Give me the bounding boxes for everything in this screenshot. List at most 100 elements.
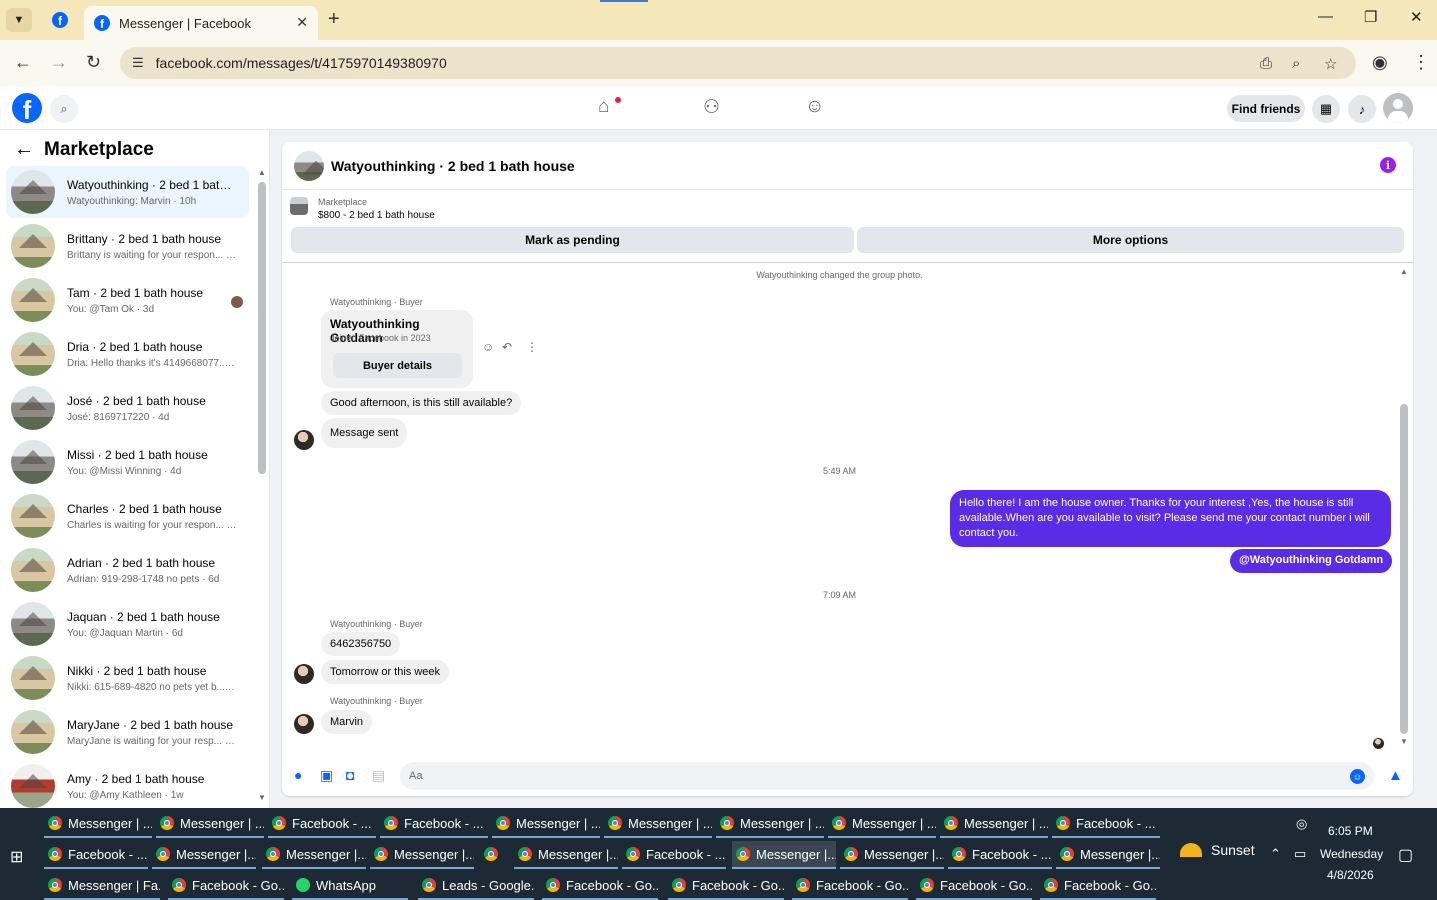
taskbar-window-button[interactable]: Messenger |... xyxy=(262,841,366,869)
maximize-window-icon[interactable]: ❐ xyxy=(1364,8,1377,26)
close-tab-icon[interactable]: ✕ xyxy=(296,14,308,31)
active-browser-tab[interactable]: f Messenger | Facebook ✕ xyxy=(84,6,318,40)
conversation-item[interactable]: Jaquan · 2 bed 1 bath house You: @Jaquan … xyxy=(6,598,249,650)
back-arrow-icon[interactable]: ← xyxy=(14,138,34,161)
chat-scrollbar[interactable] xyxy=(1400,404,1408,734)
chat-avatar[interactable] xyxy=(294,150,324,181)
minimize-window-icon[interactable]: — xyxy=(1318,8,1333,25)
taskbar-window-button[interactable]: Facebook - ... xyxy=(948,841,1052,869)
taskbar-window-button[interactable]: Facebook - Go... xyxy=(1040,872,1156,900)
taskbar-window-button[interactable]: Facebook - ... xyxy=(44,841,148,869)
conversation-item[interactable]: José · 2 bed 1 bath house José: 816971722… xyxy=(6,382,249,434)
taskbar-window-button[interactable]: Facebook - ... xyxy=(1052,810,1160,838)
conversation-item[interactable]: Dria · 2 bed 1 bath house Dria: Hello tha… xyxy=(6,328,249,380)
sticker-icon[interactable]: ◘ xyxy=(346,767,354,783)
taskbar-window-button[interactable]: Messenger |... xyxy=(514,841,618,869)
scroll-down-arrow-icon[interactable]: ▼ xyxy=(258,793,266,802)
mark-as-pending-button[interactable]: Mark as pending xyxy=(291,227,854,253)
taskbar-window-button[interactable]: Facebook - Go... xyxy=(668,872,784,900)
gif-icon[interactable]: ▤ xyxy=(372,767,385,784)
taskbar-window-button[interactable]: Messenger | ... xyxy=(940,810,1048,838)
windows-start-icon[interactable]: ⊞ xyxy=(10,847,23,867)
incoming-message[interactable]: 6462356750 xyxy=(321,632,401,656)
find-friends-button[interactable]: Find friends xyxy=(1227,95,1305,122)
message-input[interactable]: Aa ☺ xyxy=(400,762,1374,790)
notifications-bell-icon[interactable]: ♪ xyxy=(1348,95,1376,123)
outgoing-message[interactable]: Hello there! I am the house owner. Thank… xyxy=(950,490,1391,547)
clock-time[interactable]: 6:05 PM xyxy=(1328,824,1373,838)
site-info-icon[interactable]: ☰ xyxy=(132,55,144,71)
more-options-button[interactable]: More options xyxy=(857,227,1404,253)
taskbar-window-button[interactable]: Messenger | ... xyxy=(828,810,936,838)
conversation-item[interactable]: Watyouthinking · 2 bed 1 bath ... Watyout… xyxy=(6,166,249,218)
taskbar-window-button[interactable]: WhatsApp xyxy=(292,872,408,900)
buyer-avatar[interactable] xyxy=(294,714,314,734)
menu-grid-icon[interactable]: ▦ xyxy=(1312,95,1340,123)
clock-day[interactable]: Wednesday xyxy=(1320,847,1383,861)
page-scrollbar[interactable] xyxy=(1430,130,1437,808)
conversation-item[interactable]: MaryJane · 2 bed 1 bath house MaryJane is… xyxy=(6,706,249,758)
info-icon[interactable]: i xyxy=(1380,157,1396,173)
friends-icon[interactable]: ⚇ xyxy=(703,96,720,119)
tab-search-chevron-icon[interactable]: ▼ xyxy=(6,8,32,32)
buyer-details-button[interactable]: Buyer details xyxy=(333,353,462,378)
attach-photo-icon[interactable]: ▣ xyxy=(320,767,333,784)
groups-icon[interactable]: ☺ xyxy=(805,96,824,118)
clock-date[interactable]: 4/8/2026 xyxy=(1327,868,1374,882)
taskbar-window-button[interactable]: Facebook - Go... xyxy=(168,872,284,900)
like-thumb-icon[interactable]: ▲ xyxy=(1388,767,1403,784)
install-app-icon[interactable]: ⎙ xyxy=(1260,55,1272,72)
taskbar-window-button[interactable]: Leads - Google... xyxy=(418,872,534,900)
emoji-icon[interactable]: ☺ xyxy=(1350,769,1365,784)
close-window-icon[interactable]: ✕ xyxy=(1410,8,1423,26)
scroll-up-arrow-icon[interactable]: ▲ xyxy=(1400,267,1408,276)
taskbar-window-button[interactable]: Messenger |... xyxy=(370,841,474,869)
tray-chevron-icon[interactable]: ⌃ xyxy=(1270,846,1281,862)
account-avatar[interactable] xyxy=(1383,93,1413,123)
incoming-message[interactable]: Message sent xyxy=(321,418,408,448)
conversation-item[interactable]: Nikki · 2 bed 1 bath house Nikki: 615-689… xyxy=(6,652,249,704)
buyer-avatar[interactable] xyxy=(294,664,314,684)
search-icon[interactable]: ⌕ xyxy=(50,95,78,123)
microphone-icon[interactable]: ● xyxy=(294,767,302,783)
conversation-item[interactable]: Amy · 2 bed 1 bath house You: @Amy Kathle… xyxy=(6,760,249,812)
sidebar-scrollbar[interactable] xyxy=(258,182,266,474)
outgoing-mention-message[interactable]: @Watyouthinking Gotdamn xyxy=(1230,549,1393,573)
incoming-message[interactable]: Tomorrow or this week xyxy=(321,660,450,684)
new-tab-button[interactable]: + xyxy=(328,8,340,31)
reload-icon[interactable]: ↻ xyxy=(86,52,101,73)
taskbar-window-button[interactable]: Facebook - Go... xyxy=(542,872,658,900)
taskbar-window-button[interactable]: Messenger | ... xyxy=(492,810,600,838)
taskbar-window-button[interactable]: Messenger |... xyxy=(840,841,944,869)
address-bar[interactable]: ☰ facebook.com/messages/t/41759701493809… xyxy=(120,47,1356,79)
conversation-item[interactable]: Adrian · 2 bed 1 bath house Adrian: 919-2… xyxy=(6,544,249,596)
taskbar-window-button[interactable]: Messenger |... xyxy=(732,841,836,869)
taskbar-window-button[interactable]: Messenger | ... xyxy=(156,810,264,838)
incoming-message[interactable]: Good afternoon, is this still available? xyxy=(321,391,522,415)
taskbar-window-button[interactable]: Messenger | Fa... xyxy=(44,872,160,900)
taskbar-window-button[interactable]: Facebook - ... xyxy=(622,841,726,869)
pinned-tab-facebook-icon[interactable]: f xyxy=(52,12,68,28)
conversation-item[interactable]: Charles · 2 bed 1 bath house Charles is w… xyxy=(6,490,249,542)
scroll-down-arrow-icon[interactable]: ▼ xyxy=(1400,737,1408,746)
taskbar-window-button[interactable]: Messenger | ... xyxy=(604,810,712,838)
taskbar-window-button[interactable]: Facebook - Go... xyxy=(916,872,1032,900)
more-actions-icon[interactable]: ⋮ xyxy=(526,340,538,354)
home-icon[interactable]: ⌂ xyxy=(598,96,609,118)
taskbar-window-button[interactable] xyxy=(480,841,508,869)
taskbar-window-button[interactable]: Facebook - ... xyxy=(380,810,488,838)
conversation-item[interactable]: Tam · 2 bed 1 bath house You: @Tam Ok · 3… xyxy=(6,274,249,326)
facebook-logo-icon[interactable]: f xyxy=(12,93,42,123)
weather-widget[interactable]: Sunset xyxy=(1180,842,1255,858)
notification-center-icon[interactable]: ▢ xyxy=(1398,845,1413,865)
taskbar-window-button[interactable]: Messenger | ... xyxy=(44,810,152,838)
reply-icon[interactable]: ↶ xyxy=(502,340,512,354)
forward-arrow-icon[interactable]: → xyxy=(50,52,68,73)
buyer-avatar[interactable] xyxy=(294,430,314,450)
taskbar-window-button[interactable]: Facebook - ... xyxy=(268,810,376,838)
incoming-message[interactable]: Marvin xyxy=(321,710,373,734)
react-emoji-icon[interactable]: ☺ xyxy=(482,340,494,354)
taskbar-window-button[interactable]: Messenger |... xyxy=(1056,841,1160,869)
taskbar-window-button[interactable]: Messenger | ... xyxy=(716,810,824,838)
taskbar-window-button[interactable]: Messenger |... xyxy=(152,841,256,869)
